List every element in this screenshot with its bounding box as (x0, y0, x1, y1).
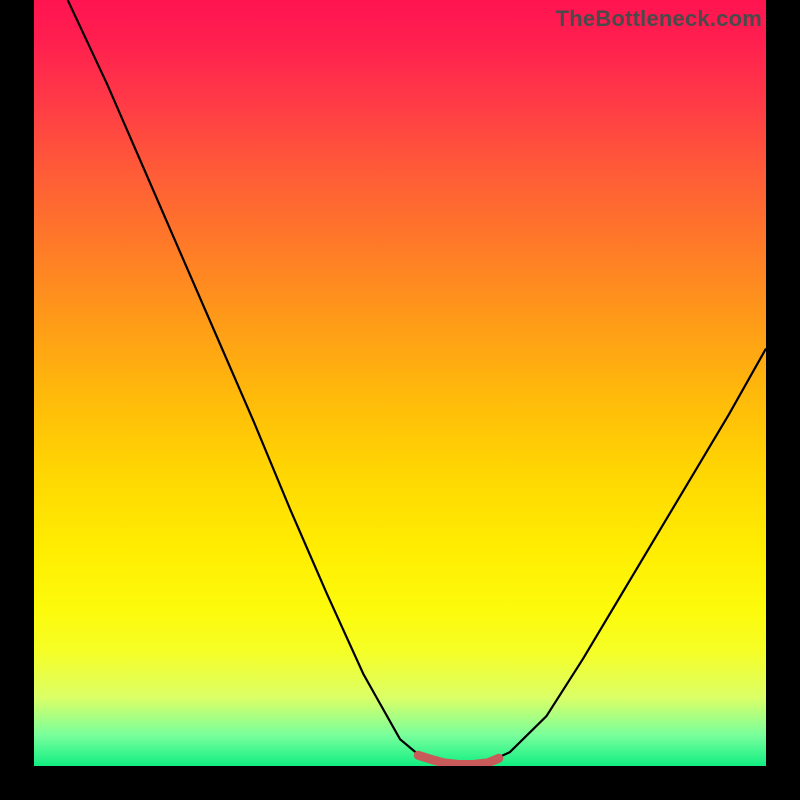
watermark-text: TheBottleneck.com (556, 6, 762, 32)
marker-path (418, 755, 499, 764)
right-border (766, 0, 800, 800)
curve-svg (34, 0, 766, 766)
curve-path (68, 0, 766, 766)
bottom-border (0, 766, 800, 800)
chart-plot-area (34, 0, 766, 766)
left-border (0, 0, 34, 800)
